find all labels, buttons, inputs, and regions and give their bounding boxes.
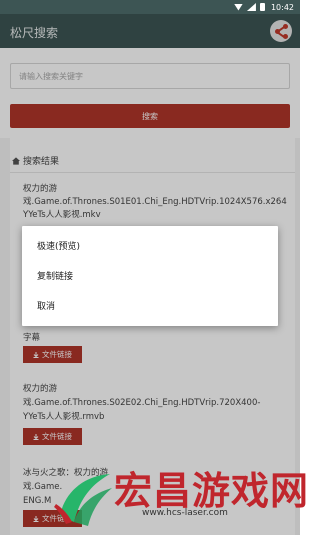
action-dialog: 极速(预览) 复制链接 取消 xyxy=(22,226,278,326)
watermark-url: www.hcs-laser.com xyxy=(142,508,228,518)
wifi-icon xyxy=(233,3,243,11)
status-bar: 10:42 xyxy=(0,0,300,14)
battery-icon xyxy=(259,3,265,11)
menu-item-copy-link[interactable]: 复制链接 xyxy=(37,269,73,282)
menu-item-cancel[interactable]: 取消 xyxy=(37,299,55,312)
status-time: 10:42 xyxy=(270,2,294,12)
status-icons: 10:42 xyxy=(233,2,294,12)
watermark-title: 宏昌游戏网 xyxy=(114,469,310,513)
watermark: 宏昌游戏网 www.hcs-laser.com xyxy=(40,458,308,535)
signal-icon xyxy=(246,3,256,11)
menu-item-preview[interactable]: 极速(预览) xyxy=(37,239,80,252)
watermark-logo-icon xyxy=(54,474,112,526)
